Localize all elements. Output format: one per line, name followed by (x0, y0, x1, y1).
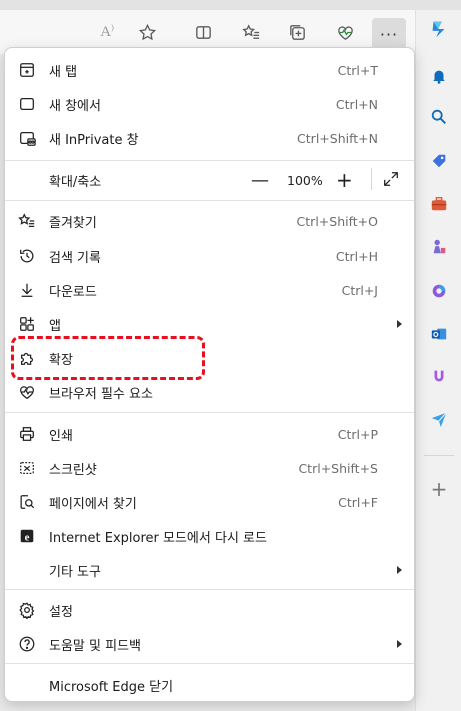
menu-item-screenshot[interactable]: 스크린샷 Ctrl+Shift+S (5, 451, 414, 485)
collections-icon[interactable] (282, 20, 312, 44)
send-plane-icon[interactable] (426, 406, 452, 432)
menu-item-shortcut: Ctrl+P (337, 426, 378, 442)
menu-item-label: Internet Explorer 모드에서 다시 로드 (49, 530, 267, 546)
games-chess-icon[interactable] (426, 234, 452, 260)
menu-item-label: 기타 도구 (49, 564, 101, 580)
title-bar-strip (0, 0, 461, 10)
menu-item-new-inprivate[interactable]: 새 InPrivate 창 Ctrl+Shift+N (5, 121, 414, 155)
menu-item-zoom: 확대/축소 — 100% + (5, 162, 414, 198)
submenu-arrow-icon (397, 320, 402, 328)
outlook-icon[interactable] (426, 321, 452, 347)
svg-text:e: e (25, 532, 30, 544)
favorite-star-icon[interactable] (132, 20, 162, 44)
menu-item-print[interactable]: 인쇄 Ctrl+P (5, 417, 414, 451)
history-clock-icon (17, 246, 37, 266)
favorites-icon (17, 211, 37, 231)
menu-item-downloads[interactable]: 다운로드 Ctrl+J (5, 273, 414, 307)
submenu-arrow-icon (397, 566, 402, 574)
search-icon[interactable] (426, 104, 452, 130)
menu-item-browser-essentials[interactable]: 브라우저 필수 요소 (5, 375, 414, 409)
zoom-out-button[interactable]: — (251, 170, 269, 191)
add-sidebar-app-icon[interactable]: + (426, 476, 452, 502)
menu-item-label: 설정 (49, 604, 73, 620)
zoom-divider (371, 168, 372, 190)
menu-item-settings[interactable]: 설정 (5, 593, 414, 627)
extensions-highlight-annotation (11, 336, 205, 380)
menu-item-label: 즐겨찾기 (49, 215, 97, 231)
menu-item-shortcut: Ctrl+Shift+N (297, 130, 378, 146)
settings-gear-icon (17, 600, 37, 620)
zoom-level: 100% (287, 172, 323, 188)
menu-divider (5, 200, 414, 201)
menu-item-shortcut: Ctrl+F (338, 494, 378, 510)
menu-item-ie-mode[interactable]: e Internet Explorer 모드에서 다시 로드 (5, 519, 414, 553)
menu-item-label: 다운로드 (49, 284, 97, 300)
menu-item-shortcut: Ctrl+N (335, 96, 378, 112)
new-tab-icon (17, 60, 37, 80)
microsoft-365-icon[interactable] (426, 278, 452, 304)
browser-essentials-heart-icon (17, 382, 37, 402)
menu-item-label: Microsoft Edge 닫기 (49, 679, 174, 695)
settings-and-more-button[interactable]: ··· (372, 18, 406, 50)
new-window-icon (17, 94, 37, 114)
shopping-tag-icon[interactable] (426, 148, 452, 174)
menu-item-label: 새 창에서 (49, 98, 101, 114)
printer-icon (17, 424, 37, 444)
menu-item-shortcut: Ctrl+H (335, 248, 378, 264)
split-screen-icon[interactable] (188, 20, 218, 44)
inprivate-window-icon (17, 128, 37, 148)
menu-divider (5, 412, 414, 413)
read-aloud-icon[interactable]: A) (92, 20, 122, 44)
drop-magnet-icon[interactable] (426, 363, 452, 389)
more-icon: ··· (379, 24, 399, 44)
menu-item-help-feedback[interactable]: 도움말 및 피드백 (5, 627, 414, 661)
menu-item-label: 확대/축소 (49, 174, 102, 190)
menu-item-shortcut: Ctrl+T (337, 62, 378, 78)
browser-essentials-icon[interactable] (330, 20, 360, 44)
menu-item-label: 페이지에서 찾기 (49, 496, 137, 512)
internet-explorer-icon: e (17, 526, 37, 546)
zoom-in-button[interactable]: + (336, 168, 353, 192)
menu-item-label: 새 InPrivate 창 (49, 132, 139, 148)
menu-item-favorites[interactable]: 즐겨찾기 Ctrl+Shift+O (5, 204, 414, 238)
menu-item-label: 새 탭 (49, 64, 78, 80)
download-icon (17, 280, 37, 300)
find-on-page-icon (17, 492, 37, 512)
menu-divider (5, 589, 414, 590)
sidebar-divider (424, 455, 454, 456)
menu-item-history[interactable]: 검색 기록 Ctrl+H (5, 239, 414, 273)
menu-item-label: 스크린샷 (49, 462, 97, 478)
fullscreen-icon[interactable] (382, 170, 402, 190)
menu-item-new-tab[interactable]: 새 탭 Ctrl+T (5, 53, 414, 87)
menu-divider (5, 663, 414, 664)
menu-item-label: 검색 기록 (49, 250, 101, 266)
menu-divider (5, 160, 414, 161)
menu-item-new-window[interactable]: 새 창에서 Ctrl+N (5, 87, 414, 121)
menu-item-shortcut: Ctrl+Shift+O (296, 213, 378, 229)
tools-briefcase-icon[interactable] (426, 191, 452, 217)
sidebar: + (415, 10, 461, 711)
favorites-list-icon[interactable] (236, 20, 266, 44)
menu-item-label: 앱 (49, 318, 61, 334)
copilot-icon[interactable] (426, 16, 452, 42)
apps-grid-icon (17, 314, 37, 334)
notifications-bell-icon[interactable] (426, 63, 452, 89)
menu-item-close-edge[interactable]: Microsoft Edge 닫기 (5, 668, 414, 702)
menu-item-label: 인쇄 (49, 428, 73, 444)
menu-item-find-on-page[interactable]: 페이지에서 찾기 Ctrl+F (5, 485, 414, 519)
menu-item-more-tools[interactable]: 기타 도구 (5, 553, 414, 587)
screenshot-icon (17, 458, 37, 478)
menu-item-label: 도움말 및 피드백 (49, 638, 141, 654)
submenu-arrow-icon (397, 640, 402, 648)
help-question-icon (17, 634, 37, 654)
menu-item-label: 브라우저 필수 요소 (49, 386, 153, 402)
menu-item-shortcut: Ctrl+J (341, 282, 378, 298)
menu-item-shortcut: Ctrl+Shift+S (298, 460, 378, 476)
